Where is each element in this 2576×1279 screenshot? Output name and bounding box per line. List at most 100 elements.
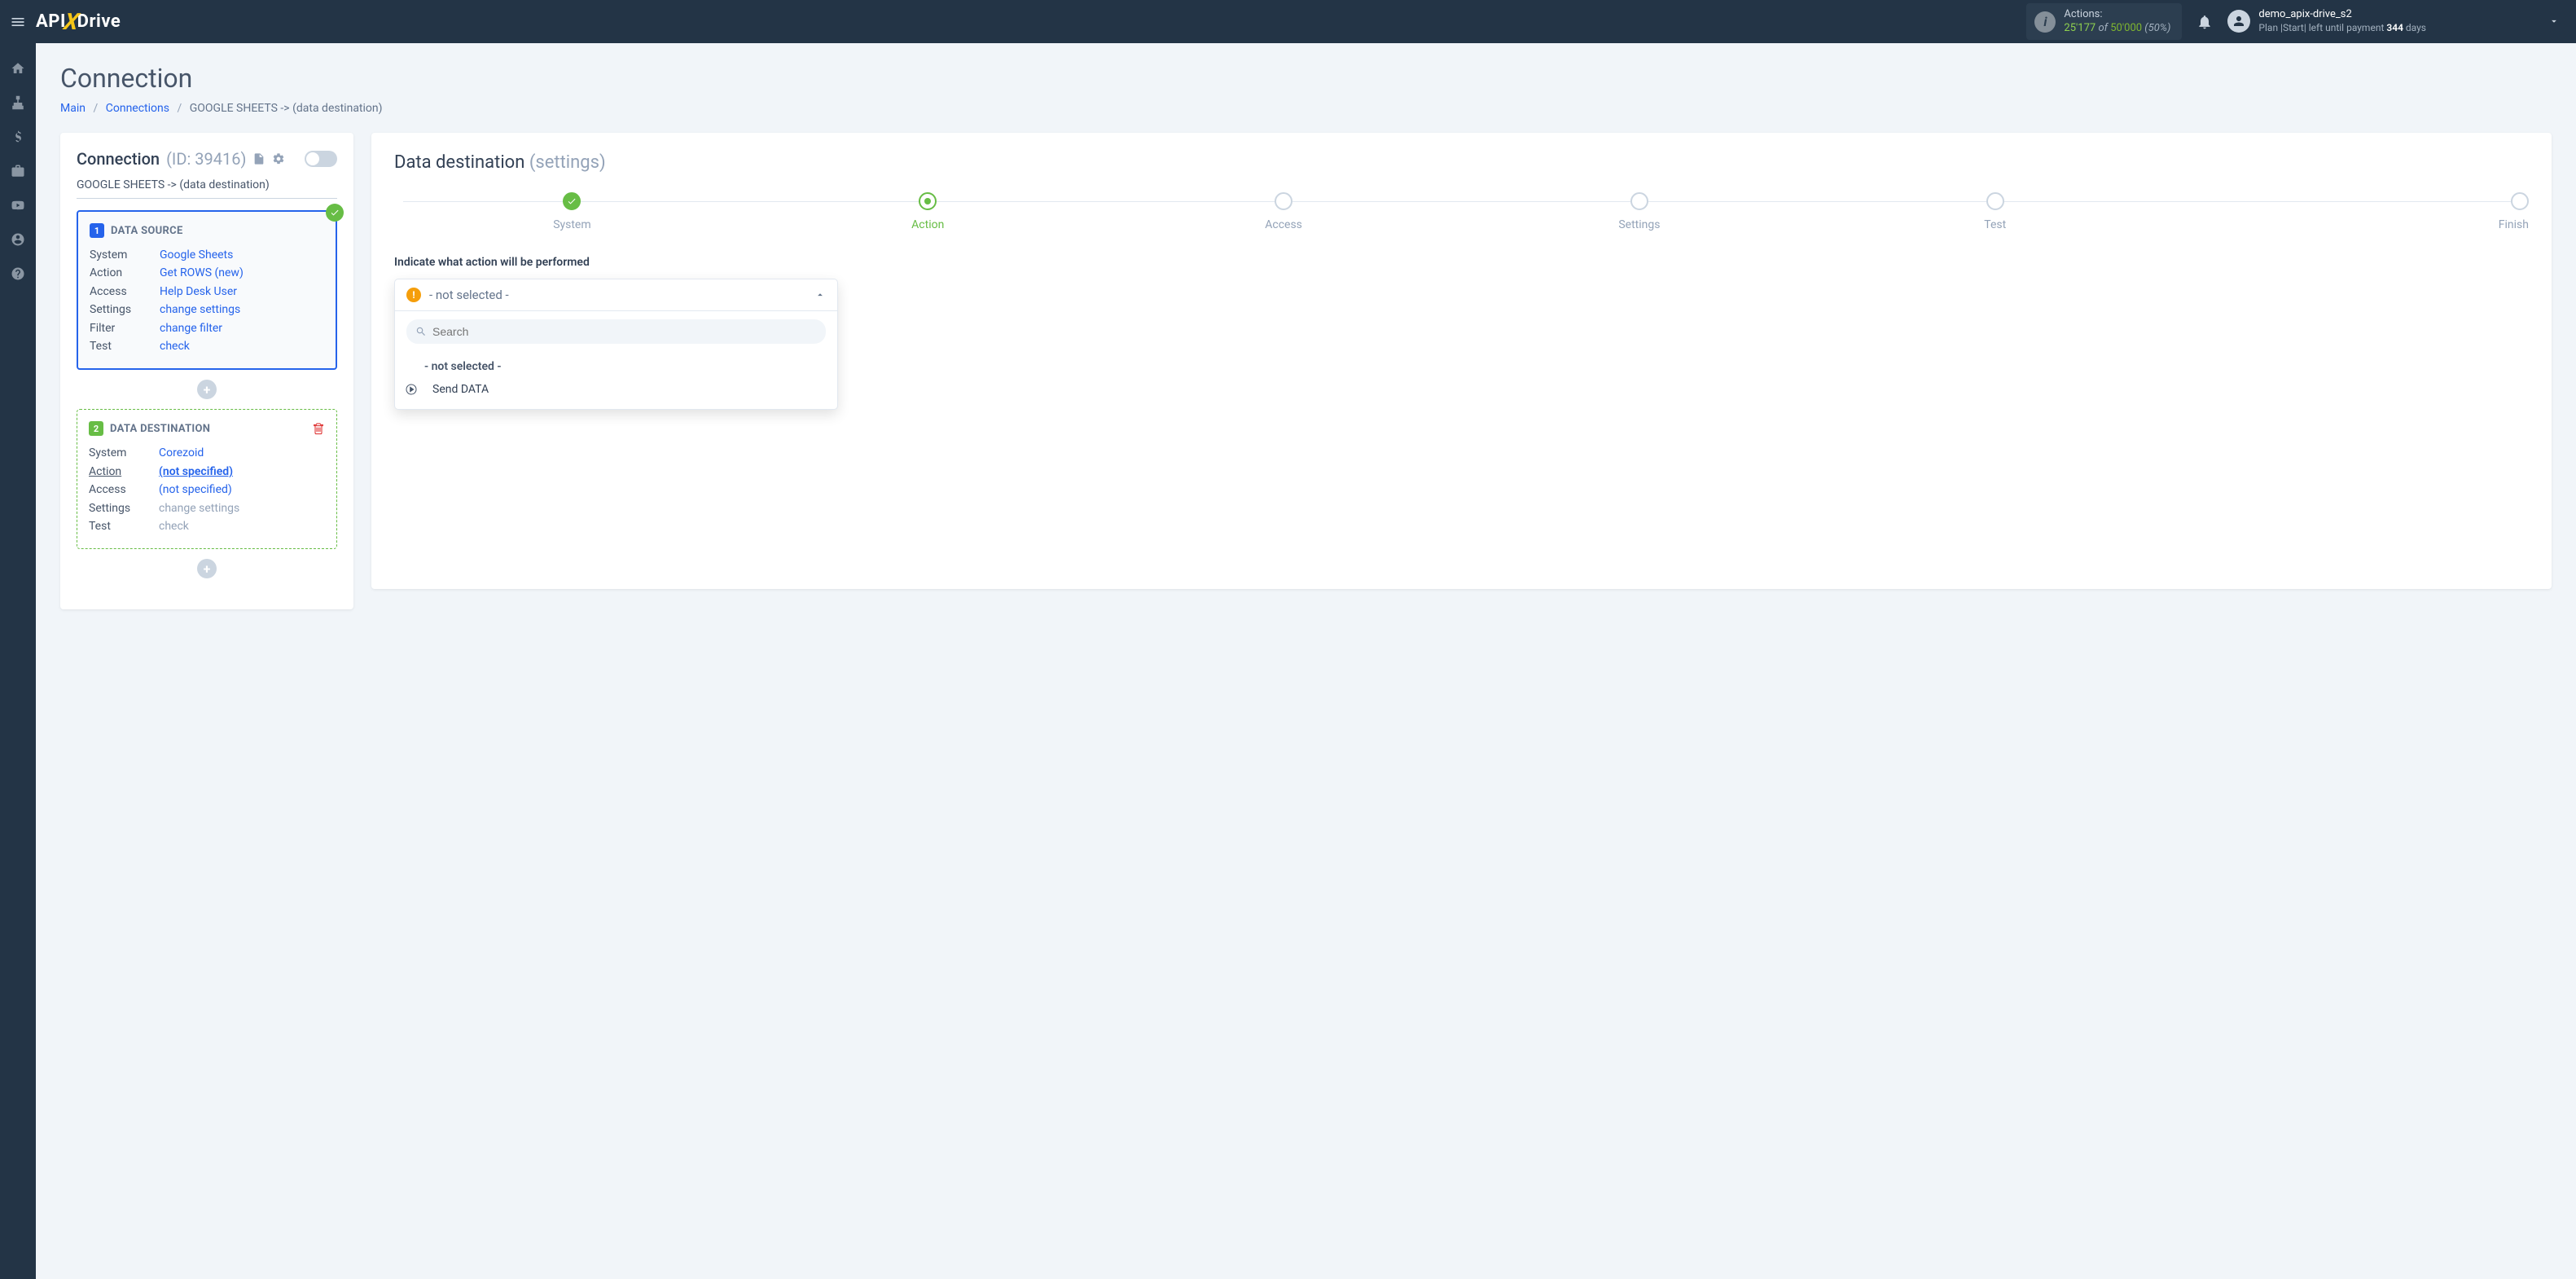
- dest-row-system: SystemCorezoid: [89, 444, 325, 462]
- select-header[interactable]: ! - not selected -: [395, 279, 837, 311]
- info-icon: i: [2034, 11, 2056, 33]
- dest-settings-text: change settings: [159, 499, 239, 517]
- step-system[interactable]: System: [394, 192, 750, 231]
- actions-label: Actions:: [2064, 8, 2170, 22]
- k: Access: [89, 481, 159, 499]
- source-action-link[interactable]: Get ROWS (new): [160, 264, 244, 282]
- source-title: 1 DATA SOURCE: [90, 223, 324, 238]
- option-send-data[interactable]: Send DATA: [395, 378, 837, 401]
- chevron-down-icon: [2548, 15, 2560, 27]
- source-access-link[interactable]: Help Desk User: [160, 283, 237, 301]
- logo-api: API: [36, 11, 66, 32]
- dest-row-access: Access(not specified): [89, 481, 325, 499]
- sidebar-item-toolbox[interactable]: [0, 154, 36, 188]
- dest-badge: 2: [89, 421, 103, 436]
- breadcrumb-connections[interactable]: Connections: [106, 102, 169, 115]
- source-row-system: SystemGoogle Sheets: [90, 246, 324, 264]
- step-circle-done: [563, 192, 581, 210]
- youtube-icon: [11, 198, 25, 213]
- logo[interactable]: API X Drive: [36, 8, 121, 35]
- source-row-access: AccessHelp Desk User: [90, 283, 324, 301]
- settings-title: Data destination (settings): [394, 152, 2529, 173]
- source-badge: 1: [90, 223, 104, 238]
- layout: Connection Main / Connections / GOOGLE S…: [0, 43, 2576, 1279]
- sidebar-item-video[interactable]: [0, 188, 36, 222]
- connection-card-header: Connection (ID: 39416): [77, 149, 337, 169]
- plan-suffix: days: [2403, 22, 2426, 33]
- question-icon: [11, 266, 25, 281]
- source-test-link[interactable]: check: [160, 337, 190, 355]
- dest-system-link[interactable]: Corezoid: [159, 444, 204, 462]
- home-icon: [11, 61, 25, 76]
- user-menu[interactable]: demo_apix-drive_s2 Plan |Start| left unt…: [2227, 8, 2560, 34]
- step-circle-active: [919, 192, 937, 210]
- option-not-selected[interactable]: - not selected -: [395, 355, 837, 378]
- dest-row-test: Testcheck: [89, 517, 325, 535]
- avatar: [2227, 10, 2250, 33]
- sidebar-item-account[interactable]: [0, 222, 36, 257]
- add-destination-button[interactable]: +: [197, 559, 217, 578]
- stepper-track: [403, 201, 2520, 202]
- actions-total: 50'000: [2110, 22, 2142, 34]
- step-circle: [1630, 192, 1648, 210]
- trash-icon[interactable]: [312, 422, 325, 435]
- sidebar-item-connections[interactable]: [0, 86, 36, 120]
- data-destination-block[interactable]: 2 DATA DESTINATION SystemCorezoid Action…: [77, 409, 337, 549]
- k: Action: [90, 264, 160, 282]
- dest-title-text: DATA DESTINATION: [110, 423, 210, 435]
- action-form-label: Indicate what action will be performed: [394, 256, 2529, 269]
- settings-card: Data destination (settings) System Actio…: [371, 133, 2552, 589]
- connection-id: (ID: 39416): [166, 149, 246, 169]
- connection-card-title: Connection: [77, 149, 160, 169]
- document-icon[interactable]: [252, 152, 265, 165]
- k: Settings: [89, 499, 159, 517]
- source-filter-link[interactable]: change filter: [160, 319, 222, 337]
- add-source-button[interactable]: +: [197, 380, 217, 399]
- dollar-icon: [11, 130, 25, 144]
- gear-icon[interactable]: [272, 152, 285, 165]
- dest-row-action: Action(not specified): [89, 463, 325, 481]
- hamburger-icon: [10, 14, 26, 30]
- dest-access-link[interactable]: (not specified): [159, 481, 232, 499]
- check-icon: [330, 208, 340, 218]
- select-search-input[interactable]: [406, 319, 826, 344]
- k: Settings: [90, 301, 160, 319]
- sitemap-icon: [11, 95, 25, 110]
- sidebar: [0, 43, 36, 1279]
- step-label: System: [553, 218, 590, 231]
- topbar-right: i Actions: 25'177 of 50'000 (50%) demo_a…: [2026, 3, 2576, 41]
- connection-card: Connection (ID: 39416) GOOGLE SHEETS -> …: [60, 133, 353, 609]
- data-source-block[interactable]: 1 DATA SOURCE SystemGoogle Sheets Action…: [77, 210, 337, 370]
- enable-toggle[interactable]: [305, 151, 337, 167]
- select-options: - not selected - Send DATA: [395, 352, 837, 409]
- sidebar-item-billing[interactable]: [0, 120, 36, 154]
- step-action[interactable]: Action: [750, 192, 1106, 231]
- connection-subtitle: GOOGLE SHEETS -> (data destination): [77, 178, 337, 199]
- step-settings[interactable]: Settings: [1461, 192, 1817, 231]
- select-current: - not selected -: [429, 288, 806, 302]
- bell-icon[interactable]: [2196, 14, 2213, 30]
- sidebar-item-help[interactable]: [0, 257, 36, 291]
- check-badge: [326, 204, 344, 222]
- dest-test-text: check: [159, 517, 189, 535]
- dest-action-link[interactable]: (not specified): [159, 463, 233, 481]
- actions-text: Actions: 25'177 of 50'000 (50%): [2064, 8, 2170, 36]
- action-select: ! - not selected - - not selected - Send…: [394, 279, 838, 410]
- k: Test: [89, 517, 159, 535]
- source-settings-link[interactable]: change settings: [160, 301, 240, 319]
- actions-counter[interactable]: i Actions: 25'177 of 50'000 (50%): [2026, 3, 2182, 41]
- breadcrumb-current: GOOGLE SHEETS -> (data destination): [190, 102, 383, 115]
- step-circle: [2511, 192, 2529, 210]
- step-finish[interactable]: Finish: [2173, 192, 2529, 231]
- source-system-link[interactable]: Google Sheets: [160, 246, 233, 264]
- step-circle: [1275, 192, 1292, 210]
- breadcrumb: Main / Connections / GOOGLE SHEETS -> (d…: [60, 102, 2552, 115]
- menu-toggle[interactable]: [0, 0, 36, 43]
- chevron-up-icon: [814, 289, 826, 301]
- username: demo_apix-drive_s2: [2258, 8, 2426, 22]
- step-test[interactable]: Test: [1817, 192, 2173, 231]
- breadcrumb-main[interactable]: Main: [60, 102, 86, 115]
- topbar: API X Drive i Actions: 25'177 of 50'000 …: [0, 0, 2576, 43]
- sidebar-item-home[interactable]: [0, 51, 36, 86]
- step-access[interactable]: Access: [1106, 192, 1462, 231]
